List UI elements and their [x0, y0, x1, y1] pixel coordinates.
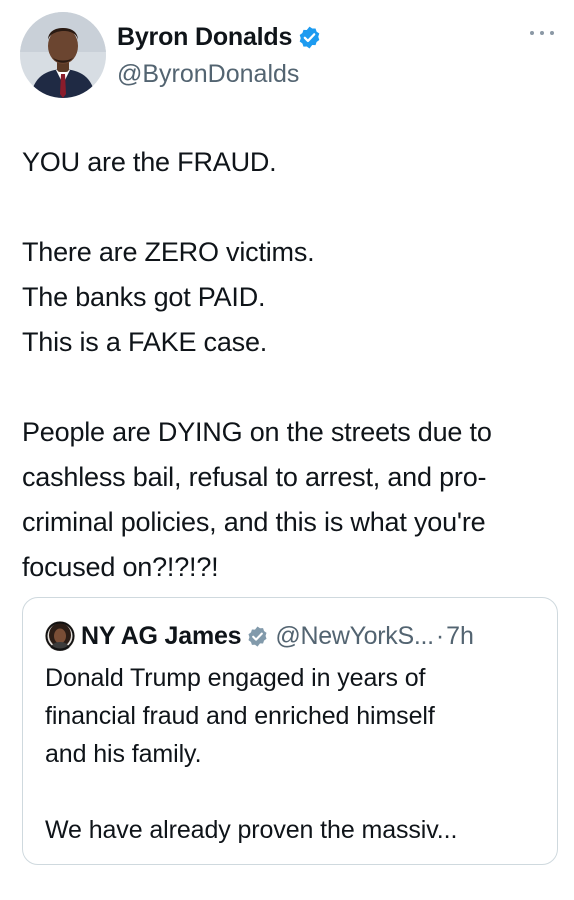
quoted-tweet-header: NY AG James @NewYorkS... · 7h	[45, 618, 474, 654]
author-handle[interactable]: @ByronDonalds	[117, 58, 322, 90]
quoted-author-handle[interactable]: @NewYorkS...	[275, 622, 434, 651]
tweet-line: There are ZERO victims.	[22, 237, 315, 267]
tweet-line: This is a FAKE case.	[22, 327, 268, 357]
tweet-line: The banks got PAID.	[22, 282, 266, 312]
quoted-tweet[interactable]: NY AG James @NewYorkS... · 7h Donald Tru…	[22, 597, 558, 865]
tweet-line: People are DYING on the streets due to	[22, 417, 492, 447]
tweet-text: YOU are the FRAUD. There are ZERO victim…	[22, 140, 562, 590]
quoted-tweet-timestamp[interactable]: 7h	[446, 622, 474, 651]
tweet-line: cashless bail, refusal to arrest, and pr…	[22, 462, 487, 492]
quoted-tweet-line: Donald Trump engaged in years of	[45, 664, 426, 692]
quoted-tweet-line: We have already proven the massiv...	[45, 816, 458, 844]
author-avatar[interactable]	[20, 12, 106, 98]
separator-dot: ·	[435, 621, 445, 650]
verified-badge-icon	[246, 625, 269, 648]
quoted-author-display-name[interactable]: NY AG James	[81, 622, 242, 651]
author-display-name[interactable]: Byron Donalds	[117, 20, 292, 54]
author-names: Byron Donalds @ByronDonalds	[117, 20, 322, 90]
tweet-header: Byron Donalds @ByronDonalds	[20, 12, 554, 98]
quoted-tweet-line: financial fraud and enriched himself	[45, 702, 435, 730]
tweet-line: criminal policies, and this is what you'…	[22, 507, 486, 537]
quoted-tweet-text: Donald Trump engaged in years of financi…	[45, 659, 545, 849]
tweet-line: focused on?!?!?!	[22, 552, 219, 582]
more-options-icon[interactable]	[530, 27, 554, 39]
tweet-line: YOU are the FRAUD.	[22, 147, 277, 177]
quoted-author-avatar	[45, 621, 75, 651]
quoted-tweet-line: and his family.	[45, 740, 202, 768]
verified-badge-icon	[297, 25, 322, 50]
tweet-card: Byron Donalds @ByronDonalds YOU are the …	[0, 0, 574, 900]
